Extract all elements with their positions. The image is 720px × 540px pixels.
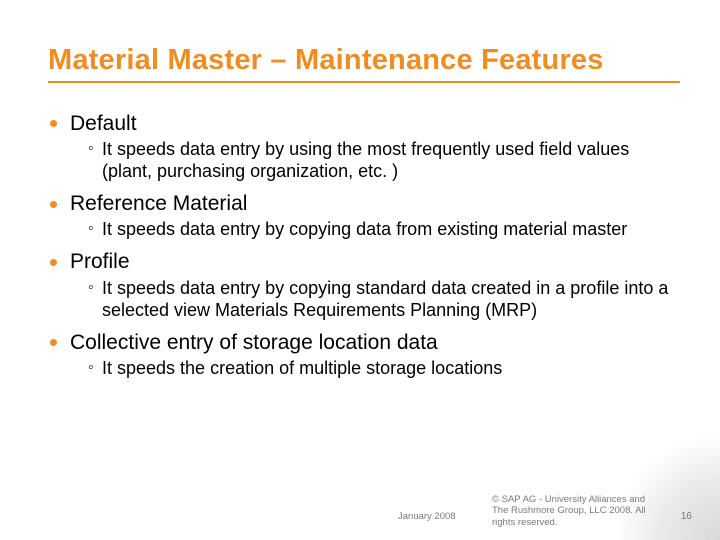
sub-item: It speeds data entry by copying standard… (88, 278, 680, 322)
slide-title: Material Master – Maintenance Features (48, 44, 680, 83)
item-label: Collective entry of storage location dat… (70, 331, 438, 354)
sub-item: It speeds data entry by using the most f… (88, 139, 680, 183)
slide: Material Master – Maintenance Features D… (0, 0, 720, 540)
list-item: Default It speeds data entry by using th… (48, 111, 680, 183)
sub-item: It speeds data entry by copying data fro… (88, 219, 680, 241)
sub-list: It speeds data entry by copying data fro… (70, 219, 680, 241)
list-item: Reference Material It speeds data entry … (48, 191, 680, 241)
item-label: Profile (70, 250, 130, 273)
footer-copyright: © SAP AG - University Alliances and The … (492, 494, 662, 528)
footer-date: January 2008 (398, 511, 456, 522)
sub-list: It speeds data entry by copying standard… (70, 278, 680, 322)
list-item: Profile It speeds data entry by copying … (48, 249, 680, 321)
list-item: Collective entry of storage location dat… (48, 330, 680, 380)
item-label: Default (70, 112, 137, 135)
sub-list: It speeds data entry by using the most f… (70, 139, 680, 183)
sub-item: It speeds the creation of multiple stora… (88, 358, 680, 380)
sub-list: It speeds the creation of multiple stora… (70, 358, 680, 380)
item-label: Reference Material (70, 192, 247, 215)
bullet-list: Default It speeds data entry by using th… (48, 111, 680, 380)
footer-page-number: 16 (681, 511, 692, 522)
